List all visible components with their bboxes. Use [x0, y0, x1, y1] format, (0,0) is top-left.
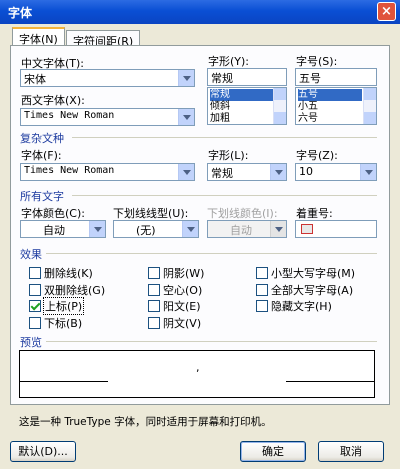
preview-header: 预览	[20, 336, 42, 349]
subscript-label[interactable]: 下标(B)	[44, 315, 82, 331]
font-color-label: 字体颜色(C):	[21, 207, 85, 220]
chevron-down-icon[interactable]	[89, 221, 105, 237]
divider	[72, 137, 377, 138]
chinese-font-select[interactable]: 宋体	[20, 69, 195, 87]
strikethrough-checkbox[interactable]	[29, 267, 41, 279]
chinese-font-value: 宋体	[24, 73, 46, 86]
complex-font-value: Times New Roman	[24, 165, 115, 176]
all-caps-label[interactable]: 全部大写字母(A)	[271, 282, 353, 298]
engrave-checkbox[interactable]	[148, 317, 160, 329]
scrollbar[interactable]	[273, 88, 286, 124]
font-size-input[interactable]: 五号	[295, 68, 377, 86]
complex-style-label: 字形(L):	[208, 149, 249, 162]
small-caps-checkbox[interactable]	[256, 267, 268, 279]
preview-box: ,	[19, 350, 375, 398]
preview-baseline-right	[286, 381, 374, 382]
list-item[interactable]: 小五	[298, 101, 318, 113]
effects-header: 效果	[20, 248, 42, 261]
scroll-up-button[interactable]	[364, 88, 376, 100]
divider	[46, 341, 377, 342]
underline-color-label: 下划线颜色(I):	[207, 207, 278, 220]
outline-label[interactable]: 空心(O)	[163, 282, 202, 298]
emboss-checkbox[interactable]	[148, 300, 160, 312]
close-icon: ×	[381, 4, 392, 19]
font-color-value: 自动	[43, 224, 65, 237]
chevron-down-icon[interactable]	[178, 109, 194, 125]
complex-size-select[interactable]: 10	[295, 163, 377, 181]
emboss-label[interactable]: 阳文(E)	[163, 298, 201, 314]
list-item[interactable]: 加粗	[210, 113, 230, 125]
font-style-value: 常规	[211, 72, 233, 85]
western-font-select[interactable]: Times New Roman	[20, 108, 195, 126]
chevron-down-icon[interactable]	[178, 70, 194, 86]
complex-script-header: 复杂文种	[20, 132, 64, 145]
list-item[interactable]: 倾斜	[210, 101, 230, 113]
chevron-down-icon	[270, 221, 286, 237]
emphasis-select[interactable]	[295, 220, 377, 238]
font-description: 这是一种 TrueType 字体，同时适用于屏幕和打印机。	[19, 416, 272, 428]
underline-color-value: 自动	[230, 224, 252, 237]
all-text-header: 所有文字	[20, 190, 64, 203]
font-style-input[interactable]: 常规	[207, 68, 287, 86]
hidden-text-label[interactable]: 隐藏文字(H)	[271, 298, 332, 314]
preview-sample: ,	[196, 361, 200, 374]
list-item[interactable]: 常规	[210, 89, 274, 101]
divider	[72, 195, 377, 196]
small-caps-label[interactable]: 小型大写字母(M)	[271, 265, 355, 281]
chevron-down-icon[interactable]	[360, 164, 376, 180]
complex-font-label: 字体(F):	[21, 149, 62, 162]
complex-style-select[interactable]: 常规	[207, 163, 287, 181]
strikethrough-label[interactable]: 删除线(K)	[44, 265, 93, 281]
double-strikethrough-checkbox[interactable]	[29, 284, 41, 296]
engrave-label[interactable]: 阴文(V)	[163, 315, 201, 331]
superscript-label[interactable]: 上标(P)	[43, 297, 85, 315]
font-size-value: 五号	[299, 72, 321, 85]
double-strikethrough-label[interactable]: 双删除线(G)	[44, 282, 105, 298]
complex-size-value: 10	[299, 165, 313, 178]
ok-button[interactable]: 确定	[240, 441, 306, 462]
scroll-down-button[interactable]	[364, 112, 376, 124]
complex-size-label: 字号(Z):	[296, 149, 338, 162]
western-font-value: Times New Roman	[24, 110, 115, 121]
underline-style-select[interactable]: (无)	[113, 220, 199, 238]
outline-checkbox[interactable]	[148, 284, 160, 296]
underline-style-label: 下划线线型(U):	[113, 207, 189, 220]
scroll-up-button[interactable]	[274, 88, 286, 100]
complex-font-select[interactable]: Times New Roman	[20, 163, 195, 181]
chevron-down-icon[interactable]	[270, 164, 286, 180]
chevron-down-icon[interactable]	[182, 221, 198, 237]
shadow-checkbox[interactable]	[148, 267, 160, 279]
underline-style-value: (无)	[136, 224, 156, 237]
font-size-label: 字号(S):	[296, 55, 338, 68]
all-caps-checkbox[interactable]	[256, 284, 268, 296]
font-color-select[interactable]: 自动	[20, 220, 106, 238]
title-bar: 字体 ×	[0, 0, 400, 24]
cancel-button[interactable]: 取消	[318, 441, 384, 462]
font-style-label: 字形(Y):	[208, 55, 250, 68]
subscript-checkbox[interactable]	[29, 317, 41, 329]
font-style-list[interactable]: 常规 倾斜 加粗	[207, 87, 287, 125]
shadow-label[interactable]: 阴影(W)	[163, 265, 204, 281]
western-font-label: 西文字体(X):	[21, 94, 85, 107]
preview-baseline-left	[20, 381, 108, 382]
scrollbar[interactable]	[363, 88, 376, 124]
chevron-down-icon[interactable]	[178, 164, 194, 180]
font-size-list[interactable]: 五号 小五 六号	[295, 87, 377, 125]
hidden-text-checkbox[interactable]	[256, 300, 268, 312]
list-item[interactable]: 五号	[298, 89, 362, 101]
scroll-down-button[interactable]	[274, 112, 286, 124]
list-item[interactable]: 六号	[298, 113, 318, 125]
emphasis-icon	[301, 224, 313, 234]
emphasis-label: 着重号:	[296, 207, 333, 220]
underline-color-select: 自动	[207, 220, 287, 238]
divider	[46, 253, 377, 254]
window-title: 字体	[8, 6, 33, 20]
complex-style-value: 常规	[211, 167, 233, 180]
default-button[interactable]: 默认(D)...	[10, 441, 76, 462]
close-button[interactable]: ×	[377, 2, 396, 21]
superscript-checkbox[interactable]	[29, 300, 41, 312]
